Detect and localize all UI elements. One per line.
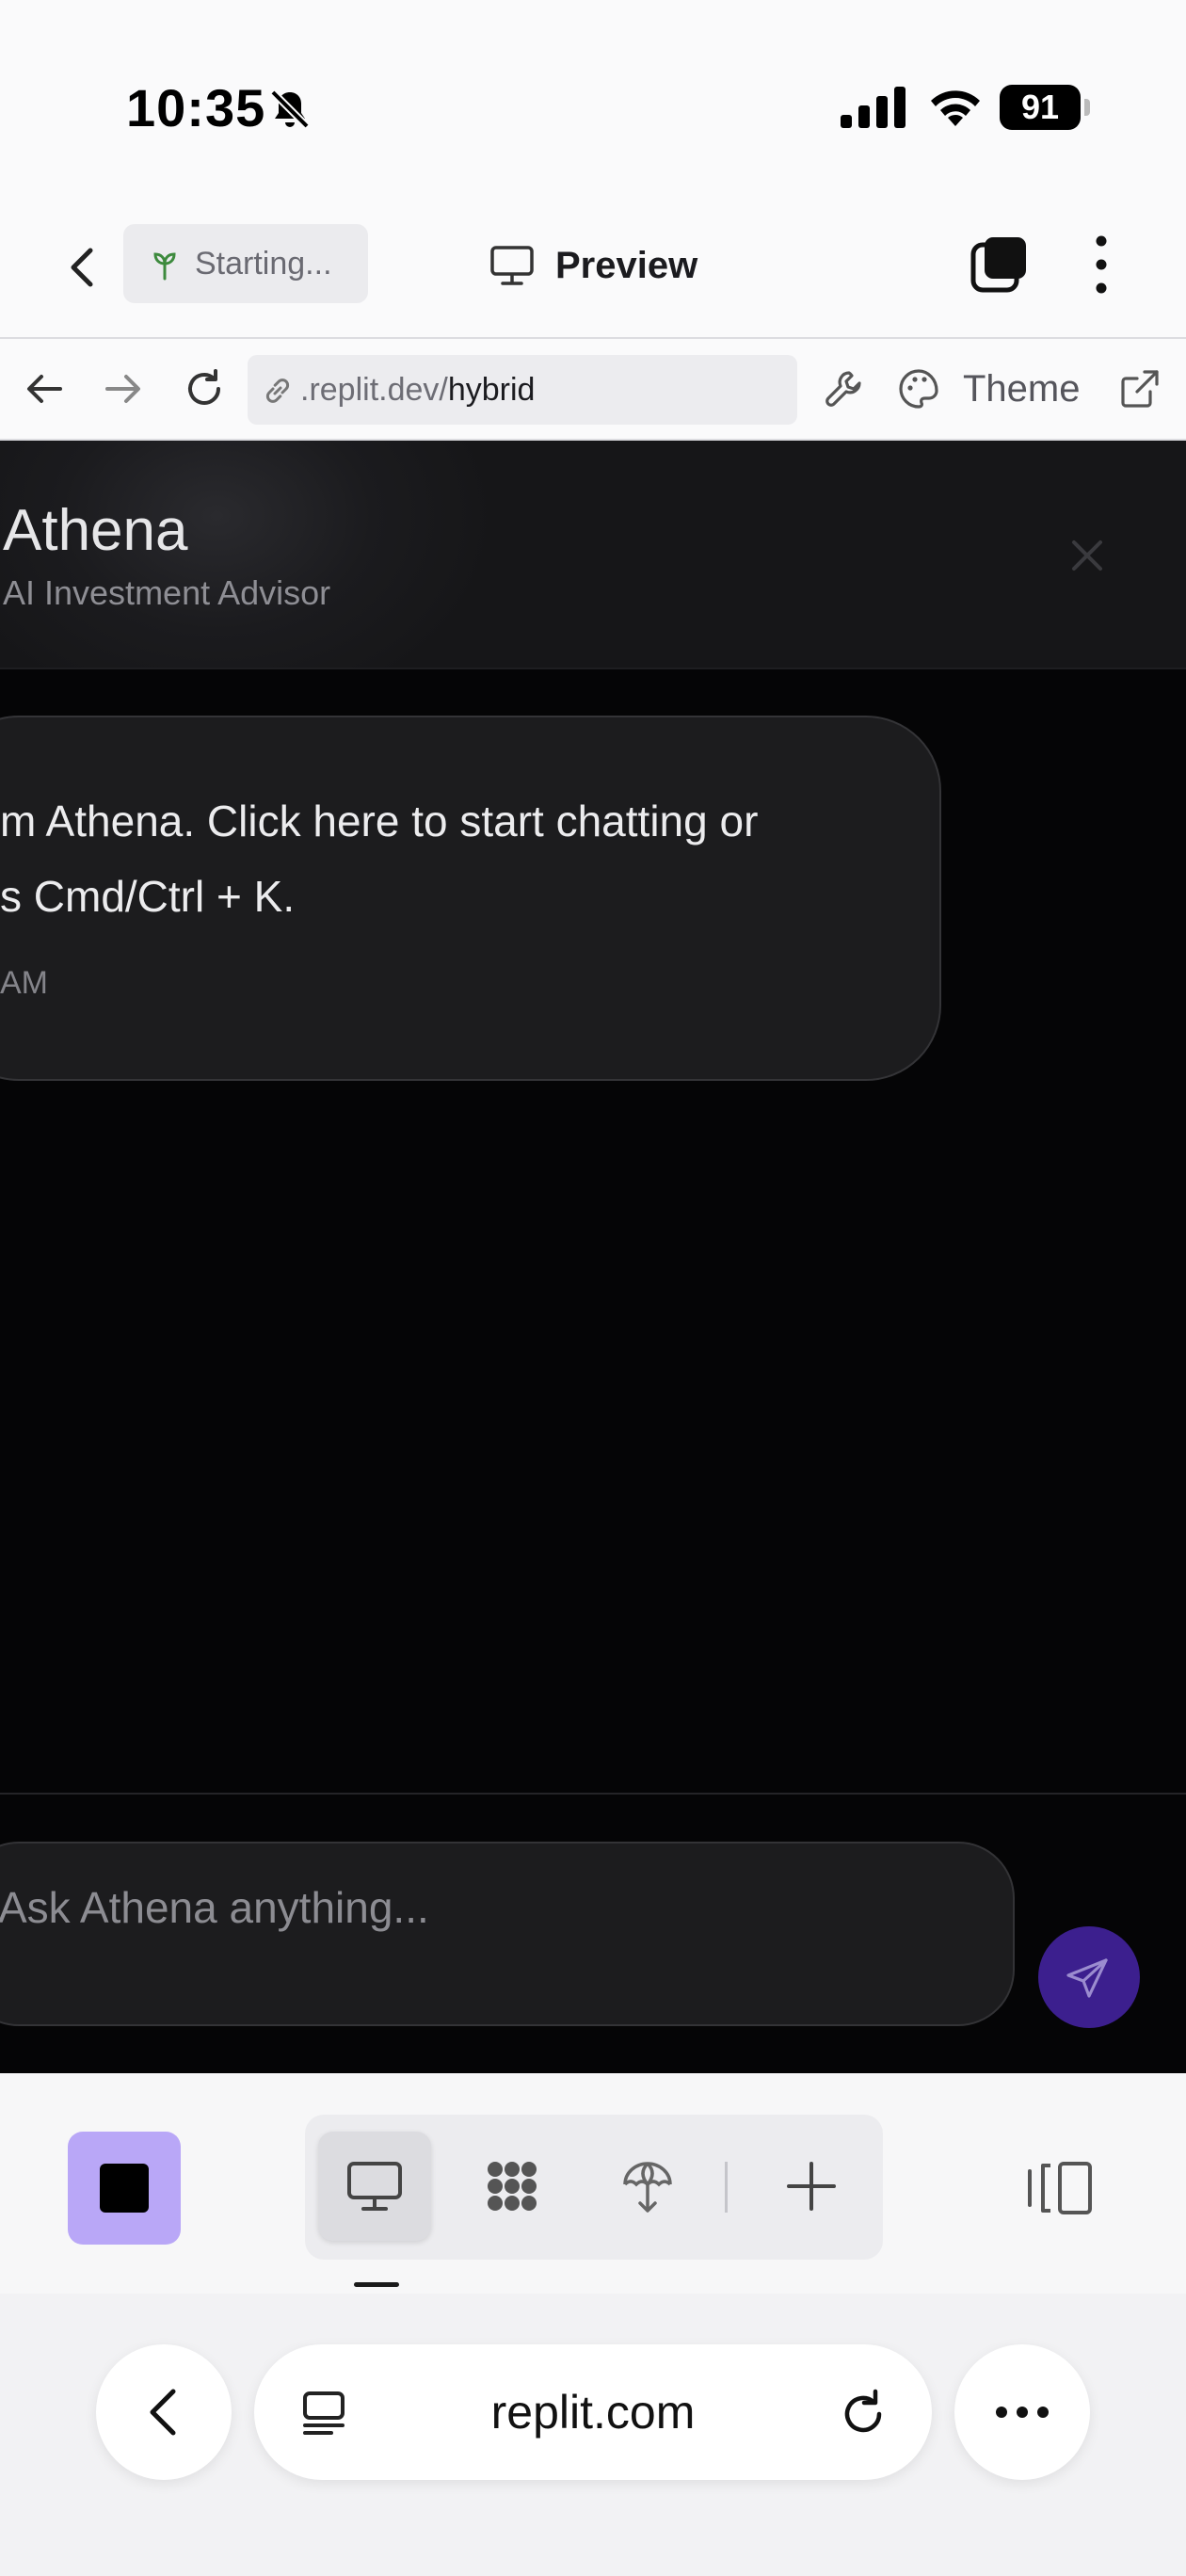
active-tab-indicator (354, 2282, 399, 2287)
run-status-pill[interactable]: Starting... (123, 224, 368, 303)
status-time: 10:35 (126, 78, 266, 137)
message-text: m Athena. Click here to start chatting o… (0, 783, 941, 934)
chat-input-placeholder: Ask Athena anything... (0, 1883, 429, 1932)
plus-icon (787, 2162, 836, 2211)
tab-preview[interactable] (318, 2132, 431, 2241)
app-header: Starting... Preview (0, 198, 1186, 339)
preview-url-input[interactable]: .replit.dev/hybrid (248, 355, 797, 425)
workflow-icon (488, 2162, 537, 2211)
chevron-left-icon[interactable] (56, 241, 109, 294)
battery-level: 91 (1000, 85, 1081, 130)
url-prefix: .replit.dev/ (300, 372, 448, 408)
palette-icon[interactable] (895, 365, 942, 412)
run-status-label: Starting... (195, 246, 332, 282)
tab-deployments[interactable] (591, 2132, 704, 2241)
stop-icon (100, 2164, 149, 2213)
tabs-icon[interactable] (970, 235, 1028, 294)
deploy-icon (623, 2162, 672, 2213)
link-icon (265, 378, 290, 403)
arrow-left-icon[interactable] (21, 365, 68, 412)
message-line-1: m Athena. Click here to start chatting o… (0, 797, 759, 845)
chevron-left-icon (150, 2389, 176, 2436)
tab-workflows[interactable] (456, 2132, 569, 2241)
assistant-subtitle: AI Investment Advisor (3, 573, 331, 612)
battery-icon: 91 (1000, 85, 1090, 130)
switcher-separator (725, 2162, 728, 2213)
preview-title-label: Preview (555, 244, 698, 286)
external-link-icon[interactable] (1116, 365, 1163, 412)
app-preview-canvas: Athena AI Investment Advisor m Athena. C… (0, 441, 1186, 2073)
chat-input[interactable]: Ask Athena anything... (0, 1842, 1015, 2026)
chat-header: Athena AI Investment Advisor (0, 441, 1186, 669)
send-icon (1066, 1958, 1108, 1998)
wifi-icon (931, 90, 980, 126)
browser-more-button[interactable] (954, 2344, 1090, 2480)
view-switcher (305, 2115, 883, 2260)
browser-domain: replit.com (490, 2386, 696, 2439)
message-line-2: s Cmd/Ctrl + K. (0, 872, 296, 921)
monitor-icon (347, 2162, 402, 2211)
arrow-right-icon[interactable] (100, 365, 147, 412)
url-path: hybrid (447, 372, 536, 408)
ellipsis-icon (996, 2407, 1049, 2418)
preview-url-text: .replit.dev/hybrid (300, 370, 535, 410)
reload-icon[interactable] (838, 2386, 890, 2439)
kebab-icon[interactable] (1082, 233, 1120, 296)
replit-dock (0, 2073, 1186, 2294)
stop-button[interactable] (68, 2132, 181, 2245)
send-button[interactable] (1038, 1926, 1140, 2028)
assistant-name: Athena (3, 498, 188, 563)
preview-url-toolbar: .replit.dev/hybrid Theme (0, 339, 1186, 441)
preview-title: Preview (489, 235, 697, 296)
message-timestamp: AM (0, 965, 48, 1001)
cellular-signal-icon (841, 87, 906, 128)
sprout-icon (153, 252, 176, 281)
add-tab-button[interactable] (755, 2132, 868, 2241)
close-icon[interactable] (1066, 535, 1108, 576)
bell-slash-icon (270, 89, 310, 129)
safari-bottom-bar: replit.com (0, 2294, 1186, 2576)
panel-toggle-icon[interactable] (1026, 2158, 1094, 2218)
browser-address-bar[interactable]: replit.com (254, 2344, 932, 2480)
status-bar: 10:35 91 (0, 0, 1186, 198)
wrench-icon[interactable] (821, 365, 868, 412)
assistant-message-bubble[interactable]: m Athena. Click here to start chatting o… (0, 716, 941, 1081)
monitor-icon (490, 246, 534, 285)
theme-button[interactable]: Theme (963, 365, 1081, 412)
input-divider (0, 1793, 1186, 1795)
reload-icon[interactable] (181, 365, 228, 412)
browser-back-button[interactable] (96, 2344, 232, 2480)
